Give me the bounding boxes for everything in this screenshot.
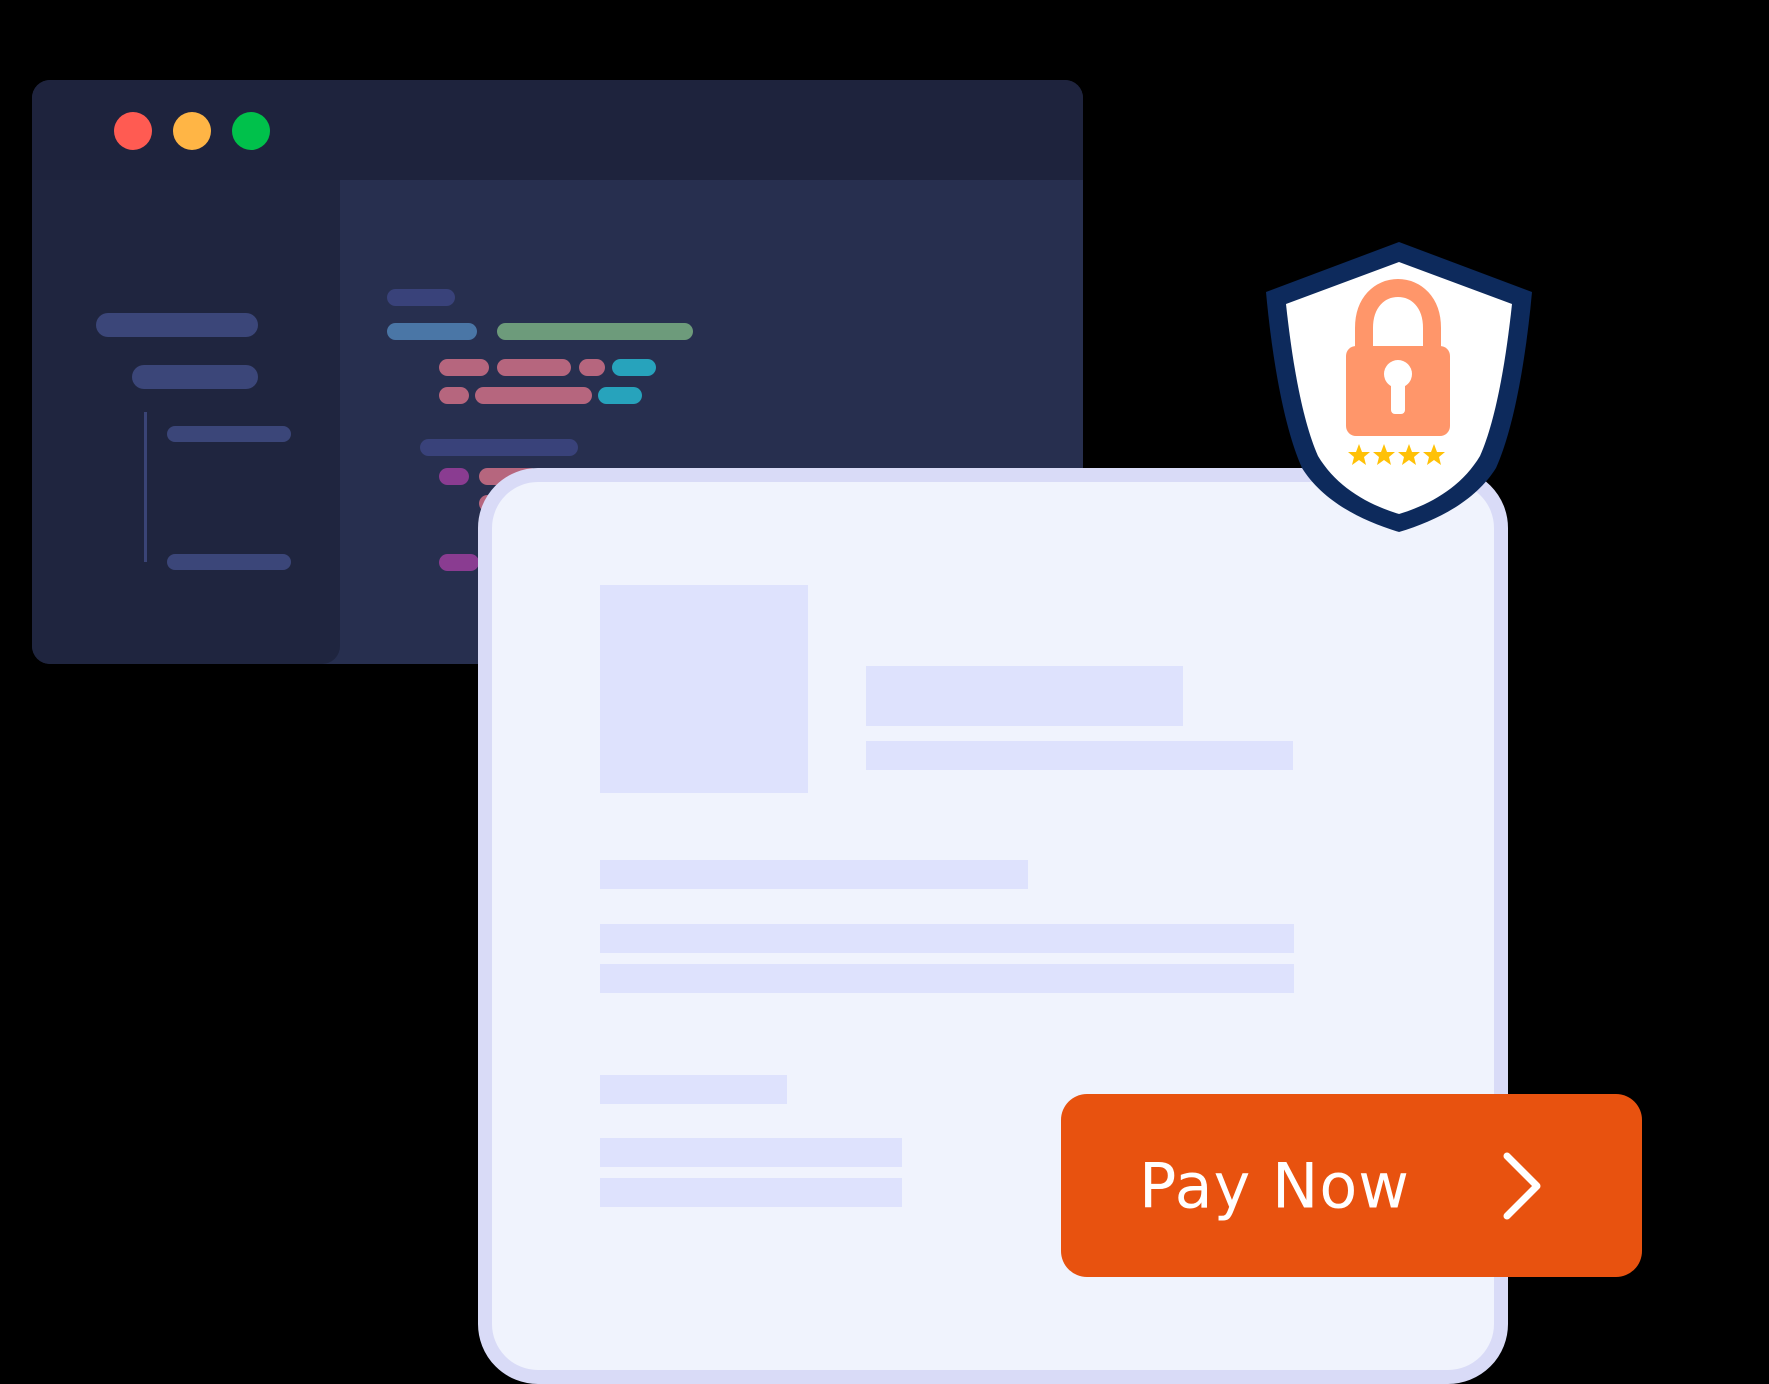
editor-file-tree — [32, 180, 340, 664]
file-tree-item[interactable] — [96, 313, 258, 337]
file-tree-item[interactable] — [167, 554, 291, 570]
code-token — [420, 439, 578, 456]
code-token — [497, 359, 571, 376]
pay-now-label: Pay Now — [1139, 1149, 1411, 1222]
code-token — [598, 387, 642, 404]
product-image-placeholder — [600, 585, 808, 793]
file-tree-item[interactable] — [132, 365, 258, 389]
section-heading-placeholder — [600, 860, 1028, 889]
chevron-right-icon — [1503, 1152, 1541, 1219]
text-line-placeholder — [600, 1138, 902, 1167]
code-token — [439, 387, 469, 404]
code-token — [475, 387, 592, 404]
code-token — [439, 554, 479, 571]
pay-now-button[interactable]: Pay Now — [1061, 1094, 1642, 1277]
code-token — [439, 468, 469, 485]
text-line-placeholder — [600, 1178, 902, 1207]
minimize-window-button[interactable] — [173, 112, 211, 150]
file-tree-guide-line — [144, 412, 147, 562]
text-line-placeholder — [600, 964, 1294, 993]
editor-titlebar — [32, 80, 1083, 180]
code-token — [439, 359, 489, 376]
section-heading-placeholder — [600, 1075, 787, 1104]
close-window-button[interactable] — [114, 112, 152, 150]
code-token — [497, 323, 693, 340]
maximize-window-button[interactable] — [232, 112, 270, 150]
product-title-placeholder — [866, 666, 1183, 726]
code-token — [387, 289, 455, 306]
text-line-placeholder — [600, 924, 1294, 953]
product-subtitle-placeholder — [866, 741, 1293, 770]
code-token — [612, 359, 656, 376]
file-tree-item[interactable] — [167, 426, 291, 442]
shield-lock-icon — [1266, 242, 1532, 532]
code-token — [387, 323, 477, 340]
code-token — [579, 359, 605, 376]
